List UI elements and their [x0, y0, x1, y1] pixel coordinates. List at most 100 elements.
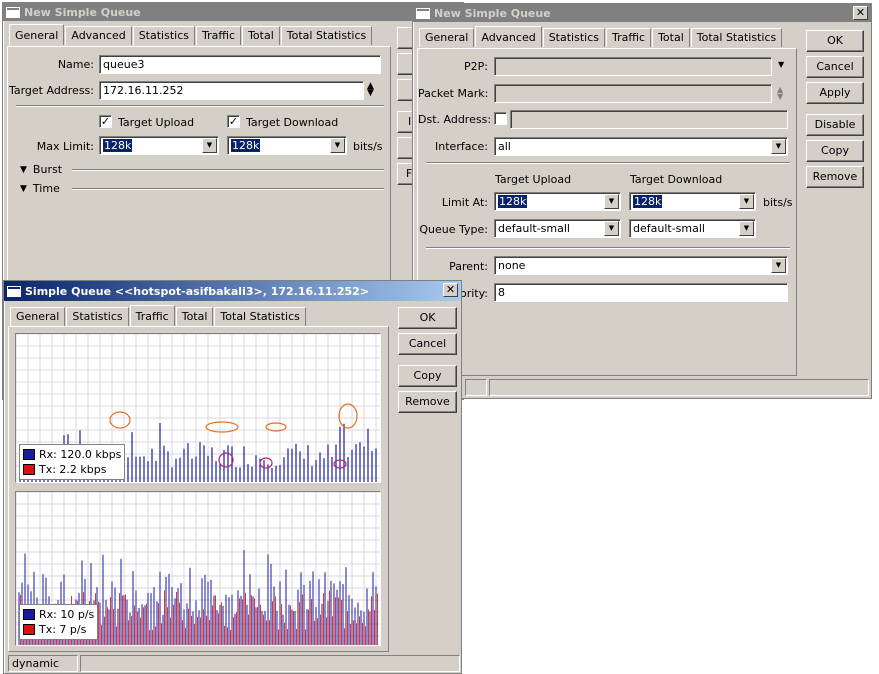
status-text: dynamic: [8, 655, 78, 672]
tab-advanced[interactable]: Advanced: [475, 26, 542, 47]
chevron-down-icon[interactable]: ▼: [330, 138, 345, 153]
close-icon[interactable]: ✕: [853, 6, 868, 20]
time-section-toggle[interactable]: ▼ Time: [20, 182, 60, 195]
chevron-down-icon[interactable]: ▼: [739, 221, 754, 236]
chevron-down-icon[interactable]: ▼: [604, 194, 619, 209]
chevron-down-icon[interactable]: ▼: [778, 60, 784, 69]
tab-statistics[interactable]: Statistics: [132, 26, 195, 45]
tx-swatch: [23, 464, 35, 475]
interface-value: all: [498, 140, 511, 153]
target-upload-checkbox[interactable]: ✓: [99, 115, 112, 128]
tab-total-statistics[interactable]: Total Statistics: [280, 26, 373, 45]
window-titlebar[interactable]: New Simple Queue ✕: [413, 4, 871, 22]
new-simple-queue-window-advanced: New Simple Queue ✕ General Advanced Stat…: [412, 3, 872, 399]
collapse-triangle-icon: ▼: [20, 183, 27, 194]
packet-mark-input[interactable]: [494, 84, 772, 103]
advanced-panel: P2P: ▼ Packet Mark: ▲ ▼ Dst. Address: Int…: [417, 48, 797, 376]
collapse-triangle-icon: ▼: [20, 164, 27, 175]
tab-bar: General Advanced Statistics Traffic Tota…: [419, 26, 783, 47]
max-limit-upload-value: 128k: [103, 139, 133, 152]
rx-packets: Rx: 10 p/s: [39, 608, 95, 621]
copy-button[interactable]: Copy: [806, 140, 864, 162]
tab-total-statistics[interactable]: Total Statistics: [690, 28, 783, 47]
window-titlebar[interactable]: Simple Queue <<hotspot-asifbakali3>, 172…: [4, 281, 461, 301]
dst-address-checkbox[interactable]: [494, 112, 507, 125]
chevron-down-icon[interactable]: ▼: [604, 221, 619, 236]
updown-icon[interactable]: ▲ ▼: [777, 86, 783, 101]
tab-general[interactable]: General: [419, 28, 475, 47]
rx-swatch: [23, 609, 35, 620]
status-bar: dynamic: [6, 655, 460, 673]
tab-total-statistics[interactable]: Total Statistics: [214, 307, 306, 326]
tab-general[interactable]: General: [10, 307, 66, 326]
parent-label: Parent:: [449, 260, 488, 273]
queue-type-label: Queue Type:: [419, 223, 488, 236]
annotation-circle: [338, 403, 358, 429]
tab-total[interactable]: Total: [175, 307, 214, 326]
window-titlebar[interactable]: New Simple Queue: [3, 3, 463, 21]
interface-select[interactable]: all ▼: [494, 137, 788, 156]
status-bar: [417, 379, 869, 397]
rx-swatch: [23, 449, 35, 460]
annotation-circle: [218, 452, 234, 468]
tab-bar: General Statistics Traffic Total Total S…: [10, 305, 307, 326]
separator: [16, 105, 384, 107]
traffic-panel: Rx: 120.0 kbps Tx: 2.2 kbps Rx: 10 p/s T…: [8, 326, 389, 652]
remove-button[interactable]: Remove: [398, 391, 457, 413]
parent-select[interactable]: none ▼: [494, 256, 788, 275]
tab-general[interactable]: General: [9, 24, 65, 45]
p2p-select[interactable]: [494, 57, 772, 76]
updown-icon[interactable]: ▲ ▼: [367, 82, 374, 98]
tab-advanced[interactable]: Advanced: [65, 26, 132, 45]
copy-button[interactable]: Copy: [398, 365, 457, 387]
separator: [426, 247, 790, 249]
p2p-label: P2P:: [464, 60, 488, 73]
dst-address-input[interactable]: [510, 110, 788, 129]
limit-at-upload-select[interactable]: 128k ▼: [494, 192, 621, 211]
tab-traffic[interactable]: Traffic: [196, 26, 242, 45]
target-address-input[interactable]: 172.16.11.252: [99, 81, 364, 100]
ok-button[interactable]: OK: [806, 30, 864, 52]
queue-type-upload-select[interactable]: default-small ▼: [494, 219, 621, 238]
priority-input[interactable]: 8: [494, 283, 788, 302]
limit-at-download-value: 128k: [633, 195, 663, 208]
burst-label: Burst: [32, 163, 63, 176]
units-label: bits/s: [353, 140, 383, 153]
target-download-checkbox[interactable]: ✓: [227, 115, 240, 128]
disable-button[interactable]: Disable: [806, 114, 864, 136]
ok-button[interactable]: OK: [398, 307, 457, 329]
tab-statistics[interactable]: Statistics: [66, 307, 129, 326]
queue-type-download-select[interactable]: default-small ▼: [629, 219, 756, 238]
cancel-button[interactable]: Cancel: [398, 333, 457, 355]
max-limit-download-select[interactable]: 128k ▼: [227, 136, 347, 155]
tab-statistics[interactable]: Statistics: [542, 28, 605, 47]
remove-button[interactable]: Remove: [806, 166, 864, 188]
chevron-down-icon[interactable]: ▼: [739, 194, 754, 209]
name-input[interactable]: queue3: [99, 55, 381, 74]
tab-total[interactable]: Total: [652, 28, 690, 47]
chevron-down-icon[interactable]: ▼: [771, 258, 786, 273]
annotation-circle: [109, 411, 131, 429]
limit-at-download-select[interactable]: 128k ▼: [629, 192, 756, 211]
burst-section-toggle[interactable]: ▼ Burst: [20, 163, 62, 176]
dst-address-label: Dst. Address:: [418, 113, 492, 126]
apply-button[interactable]: Apply: [806, 82, 864, 104]
bitrate-graph: Rx: 120.0 kbps Tx: 2.2 kbps: [15, 333, 381, 483]
parent-value: none: [498, 259, 526, 272]
close-icon[interactable]: ✕: [443, 283, 458, 297]
target-address-label: Target Address:: [8, 84, 94, 97]
tab-total[interactable]: Total: [242, 26, 280, 45]
chevron-down-icon[interactable]: ▼: [771, 139, 786, 154]
chevron-down-icon[interactable]: ▼: [202, 138, 217, 153]
max-limit-upload-select[interactable]: 128k ▼: [99, 136, 219, 155]
name-label: Name:: [57, 58, 94, 71]
window-icon: [7, 285, 21, 297]
status-cell: [465, 379, 487, 396]
bitrate-legend: Rx: 120.0 kbps Tx: 2.2 kbps: [19, 444, 126, 480]
window-icon: [416, 7, 430, 19]
tab-traffic[interactable]: Traffic: [606, 28, 652, 47]
max-limit-download-value: 128k: [231, 139, 261, 152]
packet-mark-label: Packet Mark:: [418, 87, 489, 100]
tab-traffic[interactable]: Traffic: [129, 305, 175, 326]
cancel-button[interactable]: Cancel: [806, 56, 864, 78]
